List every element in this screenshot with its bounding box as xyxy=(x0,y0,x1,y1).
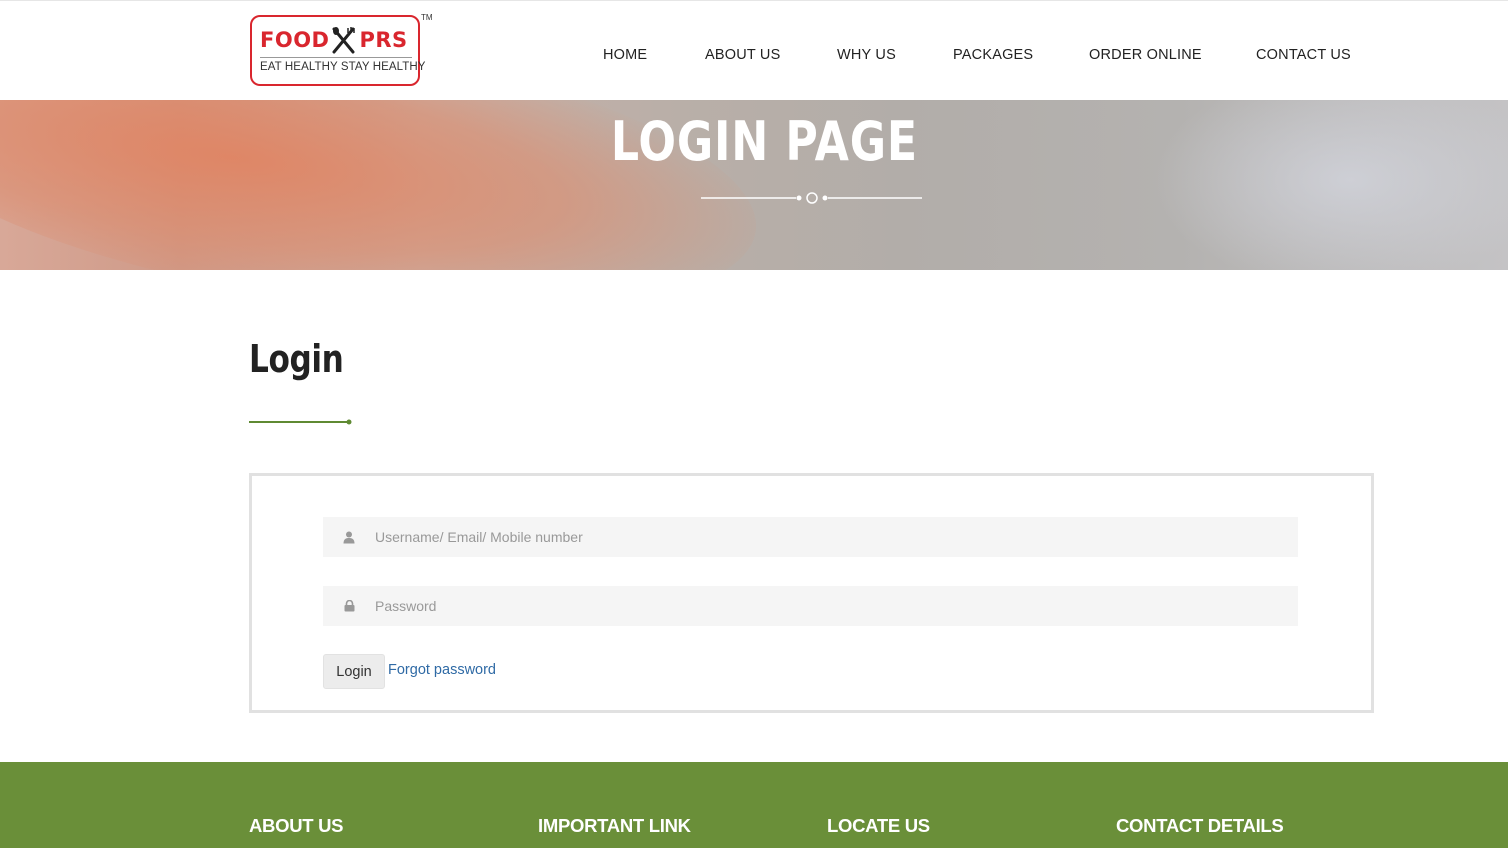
lock-icon xyxy=(323,586,375,626)
forgot-password-link[interactable]: Forgot password xyxy=(388,662,496,678)
nav-item-home[interactable]: HOME xyxy=(603,47,647,63)
nav-item-about-us[interactable]: ABOUT US xyxy=(705,47,780,63)
login-button[interactable]: Login xyxy=(323,654,385,689)
banner-ornament-divider xyxy=(701,192,922,204)
nav-item-why-us[interactable]: WHY US xyxy=(837,47,896,63)
site-header: FOOD PRS EAT HEALTHY STAY HEALTHY TM HOM… xyxy=(0,0,1508,100)
footer-heading-about-us: ABOUT US xyxy=(249,815,344,836)
site-footer: ABOUT US IMPORTANT LINK LOCATE US CONTAC… xyxy=(0,762,1508,848)
nav-item-contact-us[interactable]: CONTACT US xyxy=(1256,47,1351,63)
nav-item-packages[interactable]: PACKAGES xyxy=(953,47,1033,63)
main-nav: HOME ABOUT US WHY US PACKAGES ORDER ONLI… xyxy=(0,47,1508,67)
footer-heading-locate-us: LOCATE US xyxy=(827,815,930,836)
login-heading: Login xyxy=(249,337,344,381)
trademark-mark: TM xyxy=(421,13,433,22)
banner-title: LOGIN PAGE xyxy=(610,110,918,173)
user-icon xyxy=(323,517,375,557)
username-input[interactable] xyxy=(375,517,1298,557)
password-input[interactable] xyxy=(375,586,1298,626)
nav-item-order-online[interactable]: ORDER ONLINE xyxy=(1089,47,1202,63)
footer-heading-important-link: IMPORTANT LINK xyxy=(538,815,691,836)
username-field[interactable] xyxy=(323,517,1298,557)
login-form: Login Forgot password xyxy=(249,473,1374,713)
password-field[interactable] xyxy=(323,586,1298,626)
footer-heading-contact-details: CONTACT DETAILS xyxy=(1116,815,1284,836)
heading-underline xyxy=(249,419,352,425)
